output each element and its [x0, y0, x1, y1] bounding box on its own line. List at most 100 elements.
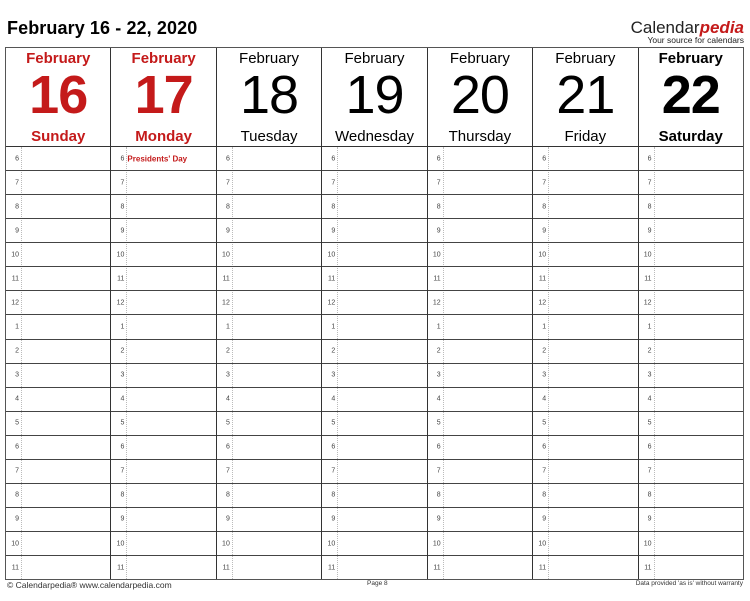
hour-slot[interactable]: 11	[533, 267, 638, 292]
hour-slot[interactable]: 11	[322, 267, 427, 292]
hour-slot[interactable]: 1	[533, 315, 638, 340]
hour-slot[interactable]: 10	[322, 532, 427, 557]
hour-slot[interactable]: 6	[638, 436, 743, 460]
hour-slot[interactable]: 1	[216, 315, 322, 340]
hour-slot[interactable]: 10	[216, 532, 322, 557]
hour-slot[interactable]: 8	[6, 484, 111, 508]
hour-slot[interactable]: 5	[322, 412, 427, 436]
hour-slot[interactable]: 10	[638, 243, 743, 268]
hour-slot[interactable]: 8	[111, 195, 216, 220]
hour-slot[interactable]: 4	[322, 388, 427, 412]
hour-slot[interactable]: 7	[638, 460, 743, 484]
hour-slot[interactable]: 6	[216, 147, 322, 172]
hour-slot[interactable]: 2	[638, 340, 743, 364]
hour-slot[interactable]: 4	[533, 388, 638, 412]
hour-slot[interactable]: 4	[427, 388, 533, 412]
hour-slot[interactable]: 11	[6, 267, 111, 292]
hour-slot[interactable]: 8	[638, 195, 743, 220]
hour-slot[interactable]: 2	[111, 340, 216, 364]
hour-slot[interactable]: 4	[111, 388, 216, 412]
hour-slot[interactable]: 5	[427, 412, 533, 436]
hour-slot[interactable]: 9	[427, 219, 533, 244]
hour-slot[interactable]: 8	[111, 484, 216, 508]
hour-slot[interactable]: 9	[322, 508, 427, 532]
hour-slot[interactable]: 10	[6, 532, 111, 557]
hour-slot[interactable]: 6	[638, 147, 743, 172]
hour-slot[interactable]: 8	[322, 195, 427, 220]
hour-slot[interactable]: 10	[427, 243, 533, 268]
hour-slot[interactable]: 5	[533, 412, 638, 436]
hour-slot[interactable]: 4	[6, 388, 111, 412]
hour-slot[interactable]: 2	[322, 340, 427, 364]
hour-slot[interactable]: 8	[533, 195, 638, 220]
hour-slot[interactable]: 8	[533, 484, 638, 508]
hour-slot[interactable]: 6	[533, 147, 638, 172]
hour-slot[interactable]: 6	[322, 436, 427, 460]
hour-slot[interactable]: 6	[427, 147, 533, 172]
hour-slot[interactable]: 11	[6, 556, 110, 579]
hour-slot[interactable]: 1	[322, 315, 427, 340]
hour-slot[interactable]: 12	[111, 291, 216, 316]
hour-slot[interactable]: 11	[111, 556, 215, 579]
hour-slot[interactable]: 7	[427, 171, 533, 196]
hour-slot[interactable]: 7	[111, 171, 216, 196]
hour-slot[interactable]: 9	[111, 508, 216, 532]
hour-slot[interactable]: 9	[216, 219, 322, 244]
hour-slot[interactable]: 11	[217, 556, 321, 579]
hour-slot[interactable]: 11	[111, 267, 216, 292]
hour-slot[interactable]: 10	[427, 532, 533, 557]
hour-slot[interactable]: 9	[322, 219, 427, 244]
hour-slot[interactable]: 3	[6, 364, 111, 388]
hour-slot[interactable]: 3	[638, 364, 743, 388]
hour-slot[interactable]: 9	[533, 508, 638, 532]
hour-slot[interactable]: 5	[216, 412, 322, 436]
hour-slot[interactable]: 2	[427, 340, 533, 364]
hour-slot[interactable]: 7	[6, 460, 111, 484]
hour-slot[interactable]: 10	[638, 532, 743, 557]
hour-slot[interactable]: 6	[216, 436, 322, 460]
hour-slot[interactable]: 8	[427, 195, 533, 220]
hour-slot[interactable]: 12	[533, 291, 638, 316]
hour-slot[interactable]: 7	[638, 171, 743, 196]
hour-slot[interactable]: 6 Presidents' Day	[111, 147, 216, 172]
hour-slot[interactable]: 6	[322, 147, 427, 172]
hour-slot[interactable]: 5	[638, 412, 743, 436]
hour-slot[interactable]: 9	[638, 508, 743, 532]
hour-slot[interactable]: 9	[216, 508, 322, 532]
hour-slot[interactable]: 10	[111, 243, 216, 268]
hour-slot[interactable]: 2	[216, 340, 322, 364]
hour-slot[interactable]: 7	[322, 171, 427, 196]
hour-slot[interactable]: 11	[216, 267, 322, 292]
hour-slot[interactable]: 8	[322, 484, 427, 508]
hour-slot[interactable]: 8	[427, 484, 533, 508]
hour-slot[interactable]: 7	[216, 460, 322, 484]
hour-slot[interactable]: 11	[322, 556, 426, 579]
hour-slot[interactable]: 9	[427, 508, 533, 532]
hour-slot[interactable]: 11	[638, 267, 743, 292]
hour-slot[interactable]: 7	[533, 460, 638, 484]
hour-slot[interactable]: 12	[216, 291, 322, 316]
hour-slot[interactable]: 8	[216, 484, 322, 508]
hour-slot[interactable]: 9	[6, 219, 111, 244]
hour-slot[interactable]: 10	[533, 532, 638, 557]
hour-slot[interactable]: 11	[533, 556, 637, 579]
hour-slot[interactable]: 11	[639, 556, 743, 579]
hour-slot[interactable]: 10	[216, 243, 322, 268]
hour-slot[interactable]: 3	[111, 364, 216, 388]
hour-slot[interactable]: 6	[533, 436, 638, 460]
hour-slot[interactable]: 1	[427, 315, 533, 340]
hour-slot[interactable]: 5	[111, 412, 216, 436]
hour-slot[interactable]: 6	[111, 436, 216, 460]
hour-slot[interactable]: 8	[216, 195, 322, 220]
hour-slot[interactable]: 6	[6, 436, 111, 460]
hour-slot[interactable]: 7	[216, 171, 322, 196]
hour-slot[interactable]: 6	[6, 147, 111, 172]
hour-slot[interactable]: 1	[111, 315, 216, 340]
hour-slot[interactable]: 1	[638, 315, 743, 340]
hour-slot[interactable]: 12	[322, 291, 427, 316]
hour-slot[interactable]: 5	[6, 412, 111, 436]
hour-slot[interactable]: 7	[6, 171, 111, 196]
hour-slot[interactable]: 6	[427, 436, 533, 460]
hour-slot[interactable]: 3	[322, 364, 427, 388]
hour-slot[interactable]: 2	[533, 340, 638, 364]
